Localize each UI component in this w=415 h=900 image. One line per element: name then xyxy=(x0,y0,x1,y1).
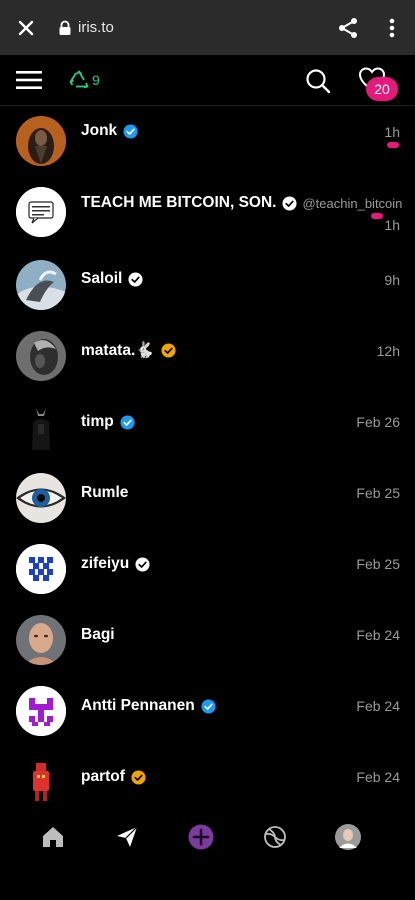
message-time: Feb 25 xyxy=(356,485,400,501)
message-row[interactable]: partof Feb 24 xyxy=(0,745,415,816)
avatar xyxy=(16,686,66,736)
message-time: Feb 24 xyxy=(356,769,400,785)
avatar xyxy=(16,116,66,166)
message-time: 12h xyxy=(376,343,400,359)
verified-badge-icon xyxy=(120,414,135,430)
verified-badge-icon xyxy=(201,698,216,714)
new-post-icon[interactable] xyxy=(188,824,214,850)
close-tab-icon[interactable] xyxy=(15,17,37,39)
verified-badge-icon xyxy=(161,343,176,358)
avatar xyxy=(16,615,66,665)
avatar xyxy=(16,187,66,237)
avatar xyxy=(16,757,66,807)
message-time: Feb 26 xyxy=(356,414,400,430)
messages-icon[interactable] xyxy=(114,824,140,850)
contact-name: Jonk xyxy=(81,122,118,139)
verified-badge-icon xyxy=(282,195,298,211)
unread-indicator xyxy=(387,142,399,148)
contact-handle: @teachin_bitcoin xyxy=(302,195,403,211)
avatar xyxy=(16,473,66,523)
share-icon[interactable] xyxy=(336,16,360,40)
message-time: 1h xyxy=(384,124,400,140)
contact-name: timp xyxy=(81,413,114,430)
profile-avatar[interactable] xyxy=(335,824,361,850)
contact-name: Bagi xyxy=(81,626,115,643)
message-row[interactable]: Bagi Feb 24 xyxy=(0,603,415,674)
app-header: 9 20 xyxy=(0,55,415,106)
notification-count-badge[interactable]: 20 xyxy=(366,77,398,101)
message-time: 1h xyxy=(384,217,400,233)
unread-indicator xyxy=(371,213,383,219)
verified-badge-icon xyxy=(131,769,146,785)
search-icon[interactable] xyxy=(305,68,331,94)
bottom-navigation xyxy=(0,818,415,858)
contact-name: zifeiyu xyxy=(81,555,130,572)
avatar xyxy=(16,260,66,310)
message-row[interactable]: Antti Pennanen Feb 24 xyxy=(0,674,415,745)
message-row[interactable]: zifeiyu Feb 25 xyxy=(0,532,415,603)
message-row[interactable]: matata.🐇 12h xyxy=(0,319,415,390)
menu-icon[interactable] xyxy=(16,70,42,90)
url-text[interactable]: iris.to xyxy=(78,19,114,36)
messages-list: Jonk 1h TEACH ME BITCOIN, SON. @teachin_… xyxy=(0,106,415,818)
relays-icon[interactable] xyxy=(69,70,89,90)
avatar xyxy=(16,331,66,381)
message-time: 9h xyxy=(384,272,400,288)
contact-name: Rumle xyxy=(81,484,129,501)
contact-name: matata.🐇 xyxy=(81,342,155,359)
avatar xyxy=(16,544,66,594)
message-time: Feb 25 xyxy=(356,556,400,572)
home-icon[interactable] xyxy=(40,824,66,850)
verified-badge-icon xyxy=(135,556,150,572)
system-navigation-bar xyxy=(0,858,415,900)
contact-name: TEACH ME BITCOIN, SON. xyxy=(81,194,277,211)
more-options-icon[interactable] xyxy=(382,16,402,40)
message-row[interactable]: Rumle Feb 25 xyxy=(0,461,415,532)
message-time: Feb 24 xyxy=(356,627,400,643)
message-row[interactable]: TEACH ME BITCOIN, SON. @teachin_bitcoin … xyxy=(0,177,415,248)
contact-name: partof xyxy=(81,768,125,785)
relay-count: 9 xyxy=(92,72,100,88)
contact-name: Saloil xyxy=(81,270,123,287)
avatar xyxy=(16,402,66,452)
message-row[interactable]: Saloil 9h xyxy=(0,248,415,319)
browser-toolbar: iris.to xyxy=(0,0,415,55)
message-row[interactable]: Jonk 1h xyxy=(0,106,415,177)
contact-name: Antti Pennanen xyxy=(81,697,195,714)
verified-badge-icon xyxy=(128,271,143,287)
explore-icon[interactable] xyxy=(262,824,288,850)
message-row[interactable]: timp Feb 26 xyxy=(0,390,415,461)
verified-badge-icon xyxy=(123,123,138,139)
message-time: Feb 24 xyxy=(356,698,400,714)
lock-icon xyxy=(58,20,72,36)
